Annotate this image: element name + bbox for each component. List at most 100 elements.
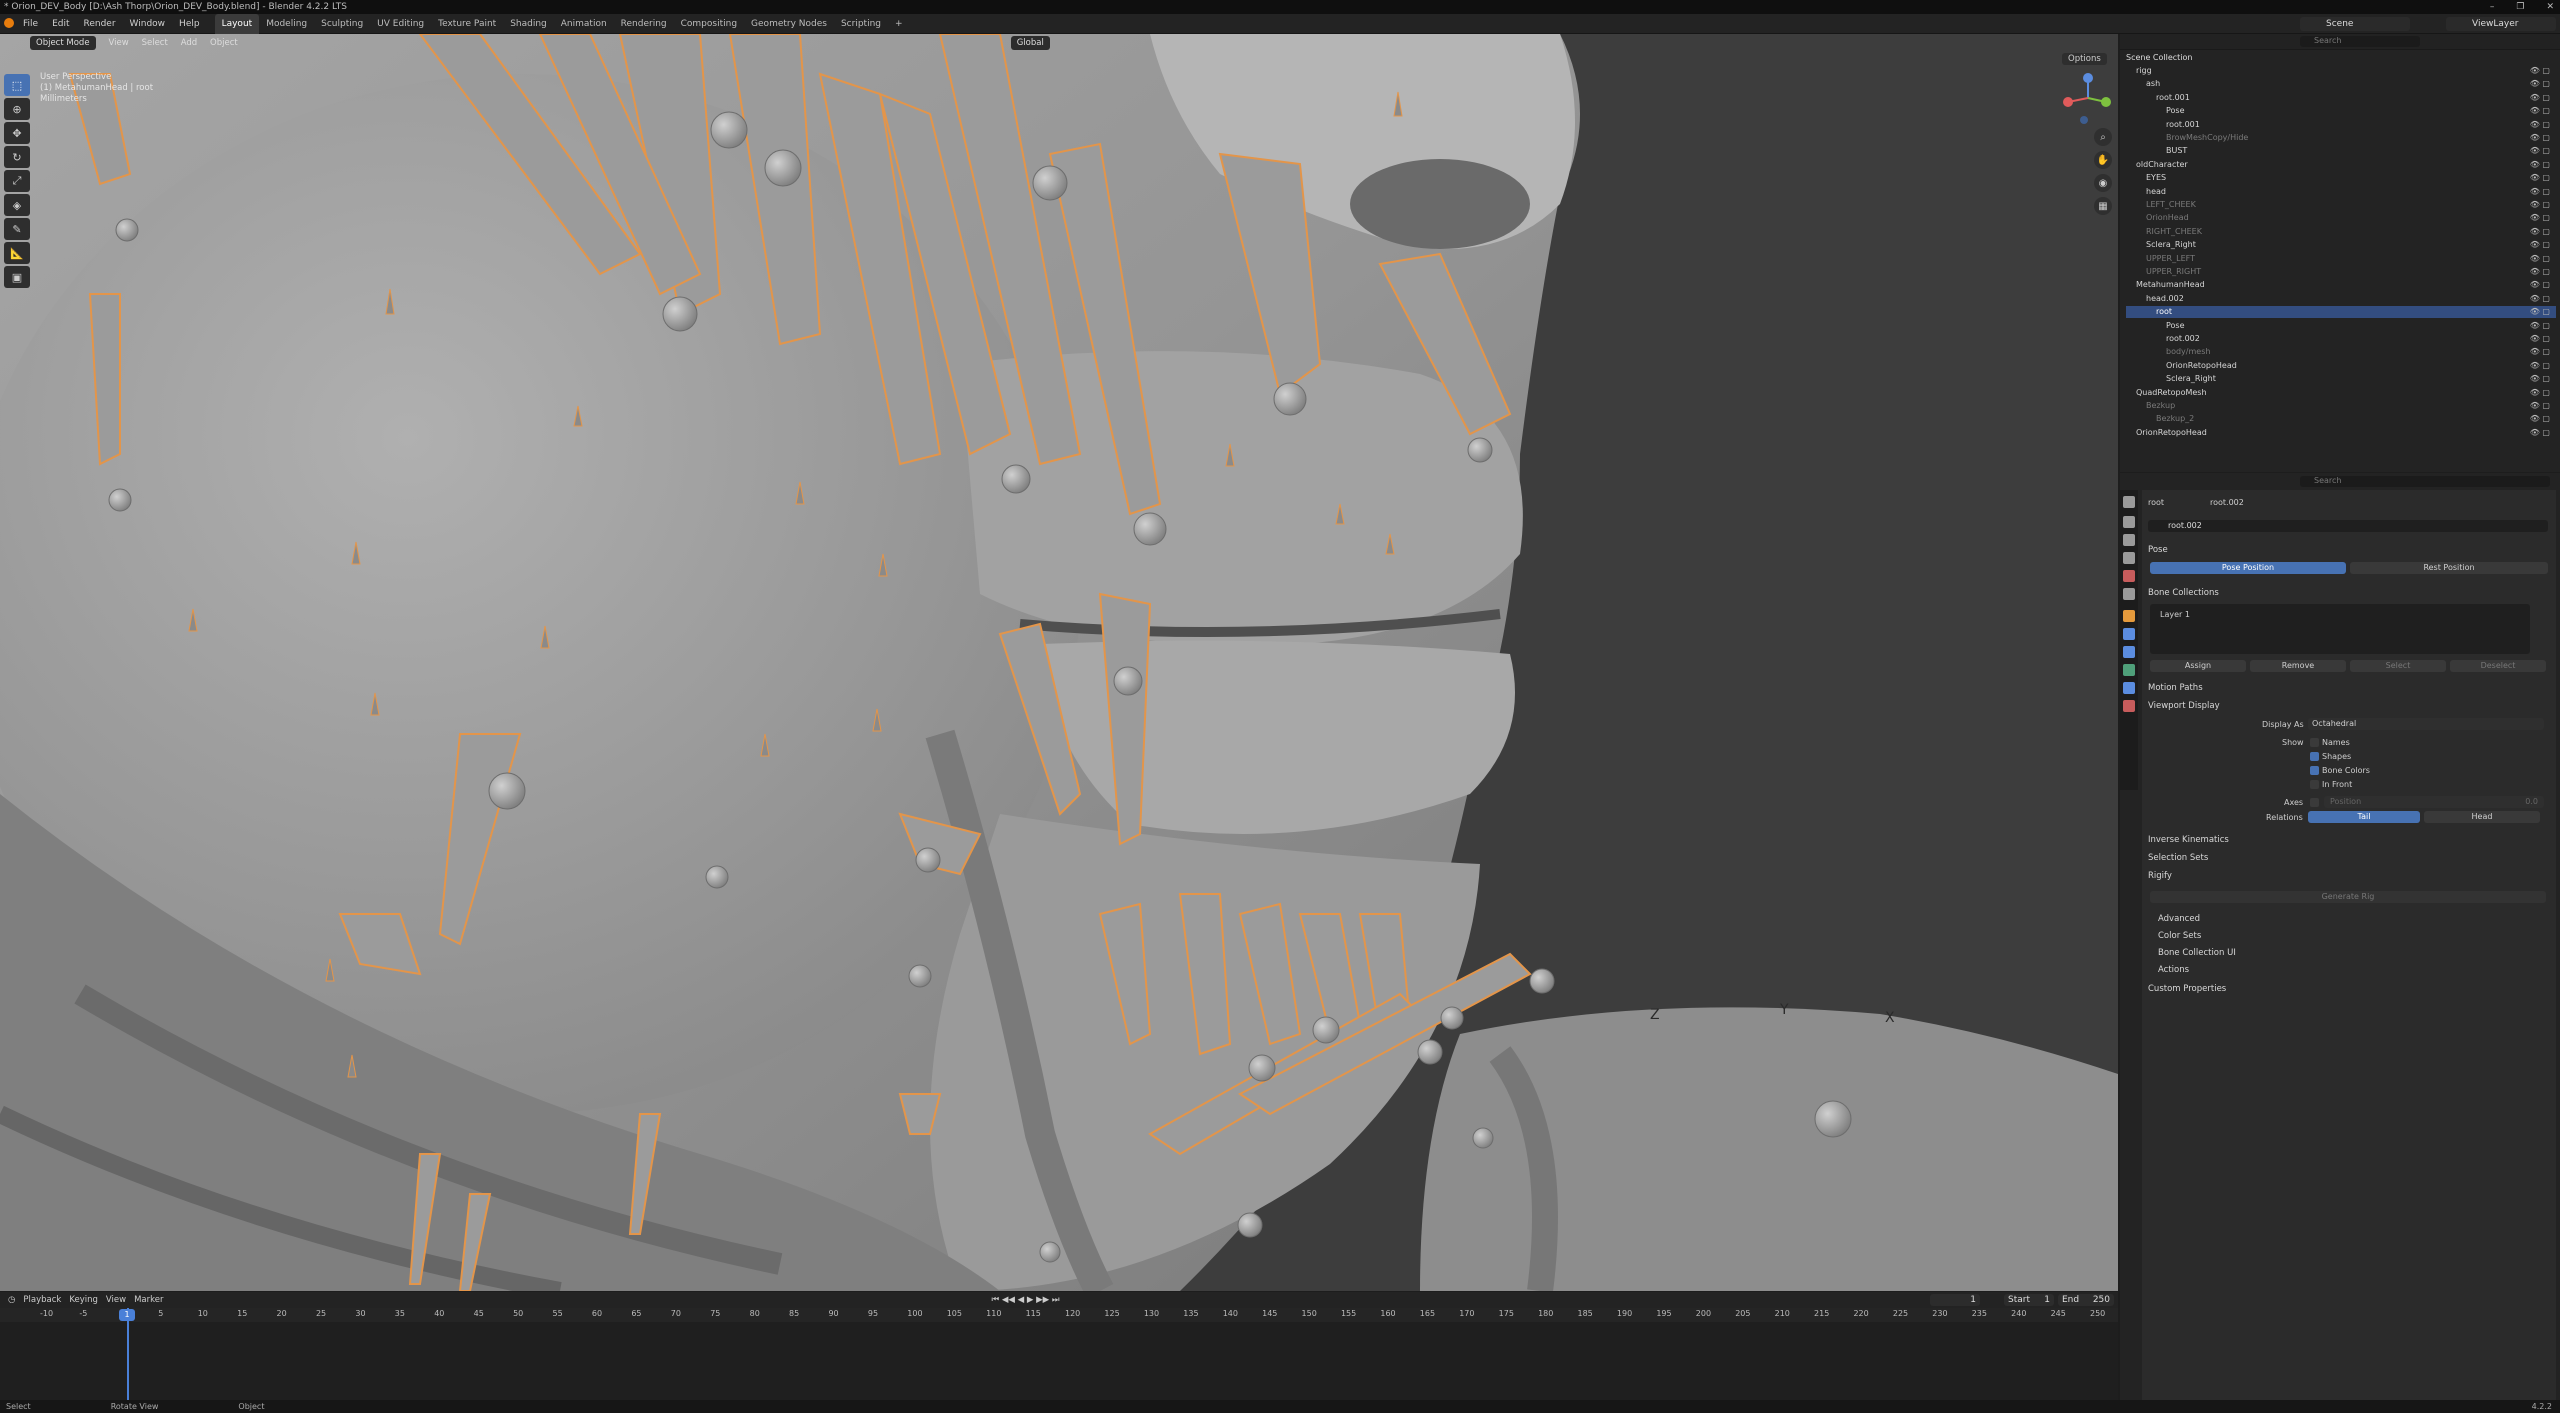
outliner-row[interactable]: LEFT_CHEEK 👁 ▢: [2126, 199, 2556, 211]
outliner-row[interactable]: BUST 👁 ▢: [2126, 145, 2556, 157]
visibility-eye-icon[interactable]: 👁 ▢: [2530, 333, 2550, 345]
bone-collection-layer-1[interactable]: Layer 1: [2160, 610, 2190, 619]
generate-rig-button[interactable]: Generate Rig: [2150, 891, 2546, 903]
subsection-advanced[interactable]: Advanced: [2158, 914, 2200, 924]
menu-add[interactable]: Add: [181, 38, 197, 48]
move-tool-icon[interactable]: ✥: [4, 122, 30, 144]
playback-controls[interactable]: ⏮ ◀◀ ◀ ▶ ▶▶ ⏭: [991, 1295, 1059, 1305]
outliner-row[interactable]: BrowMeshCopy/Hide 👁 ▢: [2126, 132, 2556, 144]
section-pose[interactable]: Pose: [2148, 545, 2168, 555]
select-box-tool-icon[interactable]: ⬚: [4, 74, 30, 96]
blender-logo-icon[interactable]: [4, 18, 14, 28]
outliner-search-input[interactable]: Search: [2300, 36, 2420, 47]
visibility-eye-icon[interactable]: 👁 ▢: [2530, 159, 2550, 171]
tool-tab-icon[interactable]: [2123, 496, 2135, 508]
relations-head-button[interactable]: Head: [2424, 811, 2540, 823]
camera-icon[interactable]: ◉: [2094, 174, 2112, 192]
visibility-eye-icon[interactable]: 👁 ▢: [2530, 413, 2550, 425]
bone-collections-list[interactable]: [2150, 604, 2530, 654]
menu-render[interactable]: Render: [77, 14, 123, 34]
scene-selector[interactable]: Scene: [2300, 17, 2410, 31]
menu-window[interactable]: Window: [123, 14, 173, 34]
visibility-eye-icon[interactable]: 👁 ▢: [2530, 199, 2550, 211]
view-layer-selector[interactable]: ViewLayer: [2446, 17, 2556, 31]
minimize-button[interactable]: –: [2490, 0, 2495, 14]
axes-position-field[interactable]: Position 0.0: [2324, 796, 2544, 808]
outliner-row[interactable]: Sclera_Right 👁 ▢: [2126, 373, 2556, 385]
view-layer-tab-icon[interactable]: [2123, 552, 2135, 564]
menu-playback[interactable]: Playback: [23, 1295, 61, 1305]
subsection-bone-collection-ui[interactable]: Bone Collection UI: [2158, 948, 2236, 958]
timeline-ruler[interactable]: -10-515101520253035404550556065707580859…: [0, 1308, 2118, 1322]
menu-object[interactable]: Object: [210, 38, 238, 48]
outliner-row[interactable]: OrionHead 👁 ▢: [2126, 212, 2556, 224]
menu-select[interactable]: Select: [142, 38, 168, 48]
tab-shading[interactable]: Shading: [503, 14, 554, 34]
render-tab-icon[interactable]: [2123, 516, 2135, 528]
outliner-row[interactable]: Sclera_Right 👁 ▢: [2126, 239, 2556, 251]
add-cube-tool-icon[interactable]: ▣: [4, 266, 30, 288]
display-as-dropdown[interactable]: Octahedral: [2308, 718, 2544, 730]
outliner-row[interactable]: EYES 👁 ▢: [2126, 172, 2556, 184]
tab-animation[interactable]: Animation: [554, 14, 614, 34]
visibility-eye-icon[interactable]: 👁 ▢: [2530, 172, 2550, 184]
tab-uv-editing[interactable]: UV Editing: [370, 14, 431, 34]
axes-checkbox[interactable]: [2310, 798, 2319, 807]
section-custom-properties[interactable]: Custom Properties: [2148, 984, 2226, 994]
measure-tool-icon[interactable]: 📐: [4, 242, 30, 264]
outliner-row[interactable]: UPPER_LEFT 👁 ▢: [2126, 253, 2556, 265]
menu-timeline-view[interactable]: View: [106, 1295, 126, 1305]
menu-edit[interactable]: Edit: [45, 14, 76, 34]
section-inverse-kinematics[interactable]: Inverse Kinematics: [2148, 835, 2229, 845]
add-workspace-icon[interactable]: +: [888, 14, 910, 34]
visibility-eye-icon[interactable]: 👁 ▢: [2530, 293, 2550, 305]
scene-tab-icon[interactable]: [2123, 570, 2135, 582]
remove-button[interactable]: Remove: [2250, 660, 2346, 672]
outliner-row[interactable]: ash 👁 ▢: [2126, 78, 2556, 90]
visibility-eye-icon[interactable]: 👁 ▢: [2530, 387, 2550, 399]
outliner-row[interactable]: QuadRetopoMesh 👁 ▢: [2126, 387, 2556, 399]
tab-rendering[interactable]: Rendering: [614, 14, 674, 34]
outliner-row[interactable]: MetahumanHead 👁 ▢: [2126, 279, 2556, 291]
outliner-row[interactable]: body/mesh 👁 ▢: [2126, 346, 2556, 358]
visibility-eye-icon[interactable]: 👁 ▢: [2530, 360, 2550, 372]
armature-data-tab-icon[interactable]: [2123, 664, 2135, 676]
menu-marker[interactable]: Marker: [134, 1295, 163, 1305]
outliner-row[interactable]: Bezkup_2 👁 ▢: [2126, 413, 2556, 425]
assign-button[interactable]: Assign: [2150, 660, 2246, 672]
perspective-grid-icon[interactable]: ▦: [2094, 197, 2112, 215]
close-button[interactable]: ✕: [2546, 0, 2554, 14]
subsection-color-sets[interactable]: Color Sets: [2158, 931, 2201, 941]
visibility-eye-icon[interactable]: 👁 ▢: [2530, 65, 2550, 77]
visibility-eye-icon[interactable]: 👁 ▢: [2530, 105, 2550, 117]
end-frame-field[interactable]: End 250: [2058, 1294, 2114, 1306]
scale-tool-icon[interactable]: ⤢: [4, 170, 30, 192]
names-checkbox[interactable]: [2310, 738, 2319, 747]
visibility-eye-icon[interactable]: 👁 ▢: [2530, 145, 2550, 157]
menu-view[interactable]: View: [109, 38, 129, 48]
menu-help[interactable]: Help: [172, 14, 207, 34]
outliner-row[interactable]: Pose 👁 ▢: [2126, 105, 2556, 117]
select-button[interactable]: Select: [2350, 660, 2446, 672]
tab-geometry-nodes[interactable]: Geometry Nodes: [744, 14, 834, 34]
outliner-row[interactable]: Bezkup 👁 ▢: [2126, 400, 2556, 412]
outliner-row[interactable]: root.002 👁 ▢: [2126, 333, 2556, 345]
properties-search-input[interactable]: Search: [2300, 476, 2550, 487]
visibility-eye-icon[interactable]: 👁 ▢: [2530, 226, 2550, 238]
current-frame-field[interactable]: 1: [1930, 1294, 1980, 1306]
modifiers-tab-icon[interactable]: [2123, 628, 2135, 640]
outliner-row[interactable]: root.001 👁 ▢: [2126, 92, 2556, 104]
visibility-eye-icon[interactable]: 👁 ▢: [2530, 427, 2550, 439]
shapes-checkbox[interactable]: [2310, 752, 2319, 761]
pose-position-button[interactable]: Pose Position: [2150, 562, 2346, 574]
pan-hand-icon[interactable]: ✋: [2094, 151, 2112, 169]
world-tab-icon[interactable]: [2123, 588, 2135, 600]
menu-keying[interactable]: Keying: [69, 1295, 98, 1305]
cursor-tool-icon[interactable]: ⊕: [4, 98, 30, 120]
tab-texture-paint[interactable]: Texture Paint: [431, 14, 503, 34]
deselect-button[interactable]: Deselect: [2450, 660, 2546, 672]
visibility-eye-icon[interactable]: 👁 ▢: [2530, 239, 2550, 251]
armature-name-field[interactable]: root.002: [2148, 520, 2548, 532]
options-button[interactable]: Options: [2062, 53, 2107, 65]
3d-viewport[interactable]: Z Y X: [0, 34, 2118, 1291]
